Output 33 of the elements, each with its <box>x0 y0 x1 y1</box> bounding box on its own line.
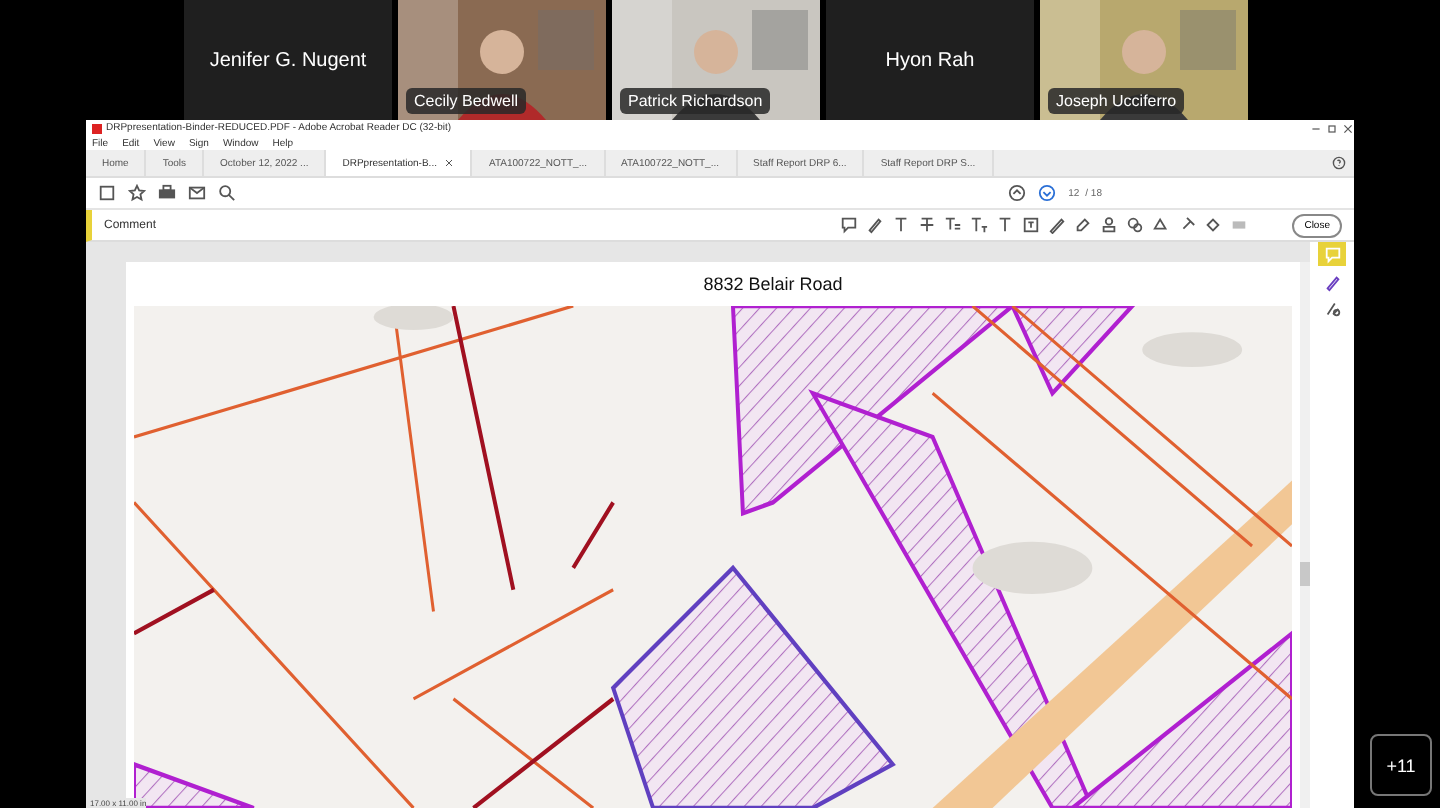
more-participants-button[interactable]: +11 <box>1370 734 1432 796</box>
app-icon <box>92 123 102 133</box>
pencil-icon[interactable] <box>1048 216 1067 234</box>
replace-text-icon[interactable] <box>944 216 963 234</box>
search-icon[interactable] <box>218 184 236 202</box>
participant-name: Joseph Ucciferro <box>1048 88 1185 114</box>
help-icon[interactable] <box>1332 154 1346 172</box>
mail-icon[interactable] <box>188 184 206 202</box>
tools-icon[interactable] <box>1323 300 1341 318</box>
participant-name: Hyon Rah <box>885 49 975 71</box>
page-up-icon[interactable] <box>1008 184 1027 202</box>
stamp-icon[interactable] <box>1100 216 1119 234</box>
star-icon[interactable] <box>128 184 146 202</box>
text-icon[interactable] <box>996 216 1015 234</box>
print-icon[interactable] <box>158 184 176 202</box>
strikethrough-icon[interactable] <box>918 216 937 234</box>
text-icon[interactable] <box>892 216 911 234</box>
pen-icon[interactable] <box>866 216 885 234</box>
shapes-icon[interactable] <box>1152 216 1171 234</box>
save-icon[interactable] <box>98 184 116 202</box>
participant-name: Cecily Bedwell <box>406 88 527 114</box>
close-icon[interactable] <box>1342 120 1354 137</box>
close-icon[interactable] <box>444 154 455 172</box>
text-size-icon[interactable] <box>970 216 989 234</box>
participant-name: Patrick Richardson <box>620 88 771 114</box>
note-icon[interactable] <box>840 216 859 234</box>
maximize-icon[interactable] <box>1326 120 1338 137</box>
eraser-icon[interactable] <box>1074 216 1093 234</box>
page-title: 8832 Belair Road <box>701 272 845 298</box>
page-down-icon[interactable] <box>1038 184 1057 202</box>
participant-name: Jenifer G. Nugent <box>209 49 367 71</box>
scrollbar-thumb[interactable] <box>1300 562 1310 586</box>
textbox-icon[interactable] <box>1022 216 1041 234</box>
